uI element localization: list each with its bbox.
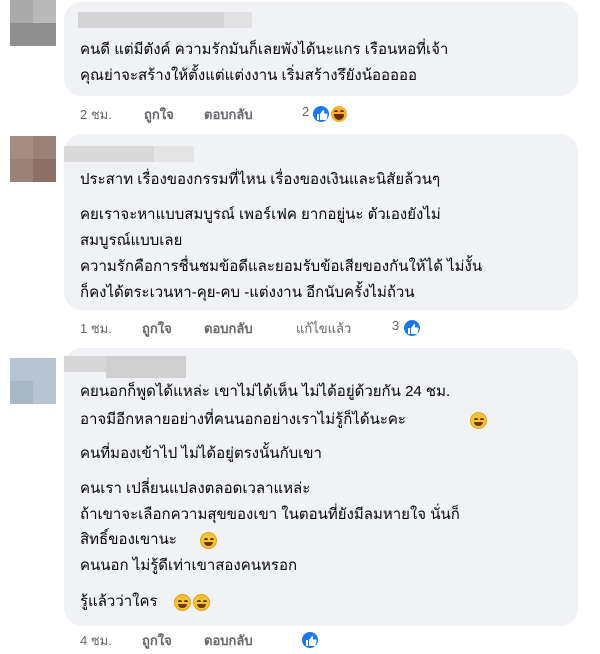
timestamp[interactable]: 4 ชม. xyxy=(80,630,112,651)
grin-emoji-icon xyxy=(174,594,191,611)
like-icon[interactable] xyxy=(402,318,422,338)
comment-text-line: ความรักคือการชื่นชมข้อดีและยอมรับข้อเสีย… xyxy=(80,258,483,275)
grin-emoji-icon xyxy=(200,532,217,549)
author-name-redacted[interactable] xyxy=(64,146,154,162)
grin-emoji-icon xyxy=(470,412,487,429)
author-name-redacted[interactable] xyxy=(64,356,106,372)
comment-text-line: ประสาท เรื่องของกรรมที่ไหน เรื่องของเงิน… xyxy=(80,171,441,188)
reply-button[interactable]: ตอบกลับ xyxy=(204,318,253,339)
like-button[interactable]: ถูกใจ xyxy=(144,104,174,125)
comment-text-line: คยนอกก็พูดได้แหล่ะ เขาไม่ได้เห็น ไม่ได้อ… xyxy=(80,383,451,400)
like-button[interactable]: ถูกใจ xyxy=(142,318,172,339)
like-icon[interactable] xyxy=(311,104,331,124)
comment-text-line: สิทธิ์ของเขานะ xyxy=(80,531,177,548)
comment-text-line: อาจมีอีกหลายอย่างที่คนนอกอย่างเราไม่รู้ก… xyxy=(80,411,406,428)
comment-text-line: คนดี แต่มีตังค์ ความรักมันก็เลยพังได้นะแ… xyxy=(80,41,449,58)
comment-text-line: ก็คงได้ตระเวนหา-คุย-คบ -แต่งงาน อีกนับคร… xyxy=(80,284,415,301)
comment-text-line: ถ้าเขาจะเลือกความสุขของเขา ในตอนที่ยังมี… xyxy=(80,506,460,523)
timestamp[interactable]: 1 ชม. xyxy=(80,318,112,339)
comment-bubble: ประสาท เรื่องของกรรมที่ไหน เรื่องของเงิน… xyxy=(64,134,578,310)
author-name-redacted[interactable] xyxy=(78,12,224,28)
comment-text-line: คุณย่าจะสร้างให้ตั้งแต่แต่งงาน เริ่มสร้า… xyxy=(80,67,418,84)
like-icon[interactable] xyxy=(300,630,320,650)
grin-emoji-icon xyxy=(193,594,210,611)
avatar[interactable] xyxy=(10,136,56,182)
comment-actions: 2 ชม. ถูกใจ ตอบกลับ 2 xyxy=(80,104,380,124)
comment-bubble: คยนอกก็พูดได้แหล่ะ เขาไม่ได้เห็น ไม่ได้อ… xyxy=(64,348,578,626)
comment-actions: 4 ชม. ถูกใจ ตอบกลับ xyxy=(80,630,340,650)
avatar[interactable] xyxy=(10,0,56,46)
comment-text-line: สมบูรณ์แบบเลย xyxy=(80,232,183,249)
comment-text-line: คนเรา เปลี่ยนแปลงตลอดเวลาแหล่ะ xyxy=(80,480,311,497)
comment-bubble: คนดี แต่มีตังค์ ความรักมันก็เลยพังได้นะแ… xyxy=(64,2,578,96)
timestamp[interactable]: 2 ชม. xyxy=(80,104,112,125)
reply-button[interactable]: ตอบกลับ xyxy=(204,630,253,651)
comment-text-line: คยเราจะหาแบบสมบูรณ์ เพอร์เฟค ยากอยู่นะ ต… xyxy=(80,206,441,223)
reply-button[interactable]: ตอบกลับ xyxy=(204,104,253,125)
comment-actions: 1 ชม. ถูกใจ ตอบกลับ แก้ไขแล้ว 3 xyxy=(80,318,440,338)
haha-icon[interactable] xyxy=(329,104,349,124)
comment-text-line: รู้แล้วว่าใคร xyxy=(80,593,158,610)
avatar[interactable] xyxy=(10,358,56,404)
reaction-count[interactable]: 3 xyxy=(392,318,399,333)
like-button[interactable]: ถูกใจ xyxy=(142,630,172,651)
reaction-count[interactable]: 2 xyxy=(302,104,309,119)
comment-text-line: คนที่มองเข้าไป ไม่ได้อยู่ตรงนั้นกับเขา xyxy=(80,445,322,462)
comment-text-line: คนนอก ไม่รู้ดีเท่าเขาสองคนหรอก xyxy=(80,557,298,574)
edited-label[interactable]: แก้ไขแล้ว xyxy=(296,318,351,339)
